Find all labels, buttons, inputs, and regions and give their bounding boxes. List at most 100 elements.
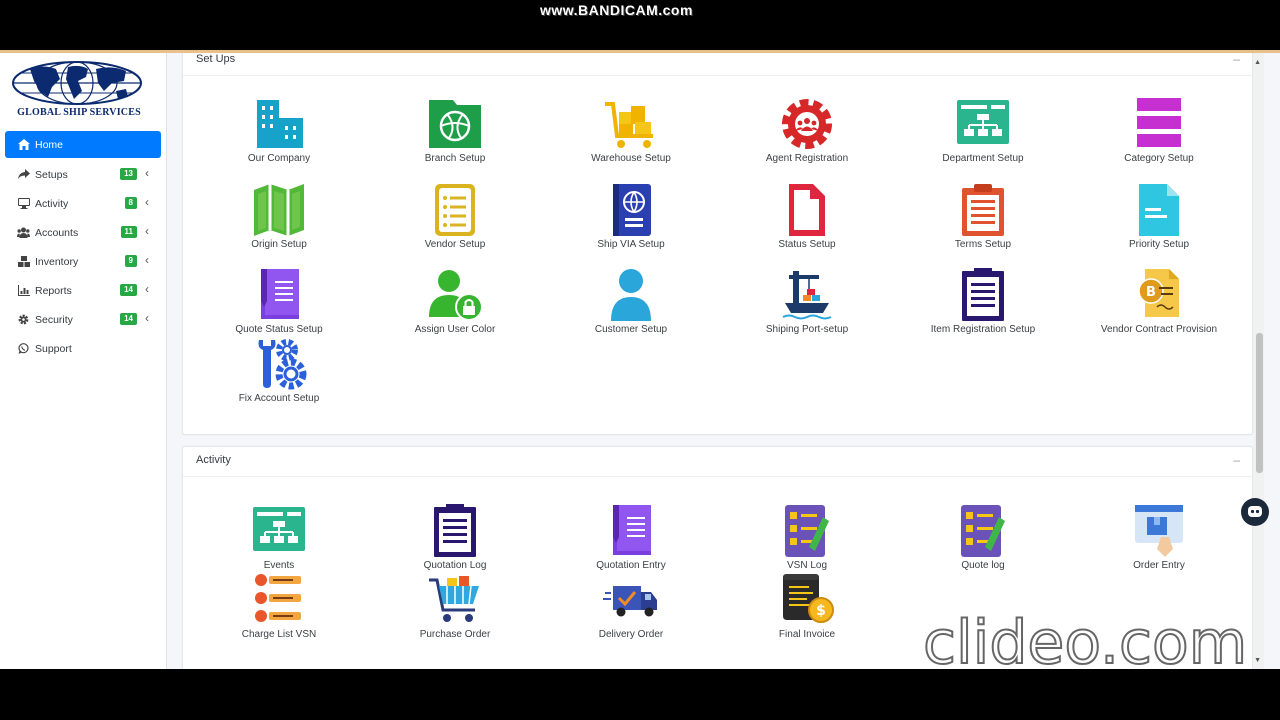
tile-customer-setup[interactable]: Customer Setup	[556, 267, 706, 335]
page-scrollbar[interactable]: ▲ ▼	[1254, 53, 1264, 669]
tile-shipping-port-setup[interactable]: Shiping Port-setup	[732, 267, 882, 335]
tile-terms-setup[interactable]: Terms Setup	[908, 182, 1058, 250]
sidebar-item-security[interactable]: Security 14 ‹	[5, 305, 161, 334]
chevron-left-icon: ‹	[145, 224, 149, 238]
file-icon	[789, 184, 825, 236]
tile-fix-account-setup[interactable]: Fix Account Setup	[204, 336, 354, 404]
scroll-thumb[interactable]	[1256, 333, 1263, 473]
tile-vsn-log[interactable]: VSN Log	[732, 503, 882, 571]
sidebar-item-home[interactable]: Home	[5, 131, 161, 158]
chat-widget-button[interactable]	[1241, 498, 1269, 526]
tile-priority-setup[interactable]: Priority Setup	[1084, 182, 1234, 250]
sidebar-item-label: Home	[35, 138, 64, 151]
tile-quotation-log[interactable]: Quotation Log	[380, 503, 530, 571]
tile-assign-user-color[interactable]: Assign User Color	[380, 267, 530, 335]
clideo-watermark: clideo.com	[922, 607, 1248, 669]
passport-icon	[613, 184, 651, 236]
tile-charge-list-vsn[interactable]: Charge List VSN	[204, 572, 354, 640]
tile-label: Terms Setup	[954, 239, 1012, 250]
shopping-cart-icon	[429, 576, 479, 622]
invoice-coin-icon: $	[783, 574, 834, 623]
tile-quote-status-setup[interactable]: Quote Status Setup	[204, 267, 354, 335]
org-chart-icon	[253, 507, 305, 551]
sidebar-item-setups[interactable]: Setups 13 ‹	[5, 160, 161, 189]
svg-text:$: $	[816, 603, 826, 619]
chevron-left-icon: ‹	[145, 311, 149, 325]
sidebar-item-label: Setups	[35, 168, 68, 181]
folder-ball-icon	[429, 100, 481, 148]
app-window: GLOBAL SHIP SERVICES Home Setups 13 ‹ Ac…	[0, 53, 1280, 669]
tile-our-company[interactable]: Our Company	[204, 96, 354, 164]
collapse-icon[interactable]: –	[1233, 453, 1240, 467]
tile-vendor-contract-provision[interactable]: B Vendor Contract Provision	[1084, 267, 1234, 335]
tile-label: Customer Setup	[594, 324, 668, 335]
tile-item-registration-setup[interactable]: Item Registration Setup	[908, 267, 1058, 335]
tile-quotation-entry[interactable]: Quotation Entry	[556, 503, 706, 571]
tools-gear-icon	[258, 339, 307, 390]
checklist-icon	[785, 505, 829, 557]
org-chart-icon	[957, 100, 1009, 144]
tile-label: Branch Setup	[424, 153, 486, 164]
count-badge: 14	[120, 313, 137, 325]
tile-label: Vendor Setup	[424, 239, 486, 250]
tile-label: Ship VIA Setup	[597, 239, 665, 250]
gear-icon	[17, 314, 30, 325]
tile-label: Events	[263, 560, 295, 571]
tile-origin-setup[interactable]: Origin Setup	[204, 182, 354, 250]
tile-label: Status Setup	[778, 239, 836, 250]
clipboard-list-icon	[962, 268, 1004, 321]
tile-purchase-order[interactable]: Purchase Order	[380, 572, 530, 640]
sidebar-item-label: Security	[35, 313, 73, 326]
brand-name: GLOBAL SHIP SERVICES	[17, 107, 141, 118]
chevron-left-icon: ‹	[145, 166, 149, 180]
tile-label: VSN Log	[786, 560, 828, 571]
tile-vendor-setup[interactable]: Vendor Setup	[380, 182, 530, 250]
count-badge: 14	[120, 284, 137, 296]
screen-top-bar: www.BANDICAM.com	[0, 0, 1280, 52]
sidebar-item-inventory[interactable]: Inventory 9 ‹	[5, 247, 161, 276]
share-icon	[17, 169, 30, 180]
sidebar-item-reports[interactable]: Reports 14 ‹	[5, 276, 161, 305]
sidebar-item-label: Reports	[35, 284, 72, 297]
gear-users-icon	[782, 99, 832, 149]
tile-label: Quotation Entry	[596, 560, 666, 571]
whatsapp-icon	[17, 343, 30, 354]
card-title: Set Ups	[196, 53, 236, 65]
tile-label: Purchase Order	[419, 629, 491, 640]
count-badge: 13	[120, 168, 137, 180]
tile-branch-setup[interactable]: Branch Setup	[380, 96, 530, 164]
brand-logo[interactable]: GLOBAL SHIP SERVICES	[8, 61, 150, 121]
sidebar-item-accounts[interactable]: Accounts 11 ‹	[5, 218, 161, 247]
sidebar-item-activity[interactable]: Activity 8 ‹	[5, 189, 161, 218]
tile-category-setup[interactable]: Category Setup	[1084, 96, 1234, 164]
setups-card: Set Ups – Our Company Branch Setup Wareh…	[182, 53, 1253, 435]
tile-quote-log[interactable]: Quote log	[908, 503, 1058, 571]
tile-department-setup[interactable]: Department Setup	[908, 96, 1058, 164]
sidebar-item-support[interactable]: Support	[5, 334, 161, 363]
tile-delivery-order[interactable]: Delivery Order	[556, 572, 706, 640]
tile-ship-via-setup[interactable]: Ship VIA Setup	[556, 182, 706, 250]
tile-order-entry[interactable]: Order Entry	[1084, 503, 1234, 571]
bitcoin-contract-icon: B	[1138, 269, 1179, 317]
tile-status-setup[interactable]: Status Setup	[732, 182, 882, 250]
scroll-down-icon[interactable]: ▼	[1254, 657, 1261, 664]
svg-text:B: B	[1146, 285, 1156, 300]
sidebar-item-label: Accounts	[35, 226, 79, 239]
chevron-left-icon: ‹	[145, 195, 149, 209]
sidebar-item-label: Activity	[35, 197, 69, 210]
screen-bottom-bar	[0, 669, 1280, 720]
port-crane-icon	[782, 271, 832, 320]
map-icon	[254, 184, 304, 236]
scroll-up-icon[interactable]: ▲	[1254, 59, 1261, 66]
tile-agent-registration[interactable]: Agent Registration	[732, 96, 882, 164]
tile-warehouse-setup[interactable]: Warehouse Setup	[556, 96, 706, 164]
collapse-icon[interactable]: –	[1233, 53, 1240, 66]
tile-label: Charge List VSN	[241, 629, 317, 640]
document-pen-icon	[261, 269, 299, 319]
tile-final-invoice[interactable]: $ Final Invoice	[732, 572, 882, 640]
tile-events[interactable]: Events	[204, 503, 354, 571]
truck-icon	[603, 586, 657, 617]
tile-label: Agent Registration	[765, 153, 849, 164]
count-badge: 8	[124, 197, 137, 209]
tile-label: Origin Setup	[251, 239, 307, 250]
